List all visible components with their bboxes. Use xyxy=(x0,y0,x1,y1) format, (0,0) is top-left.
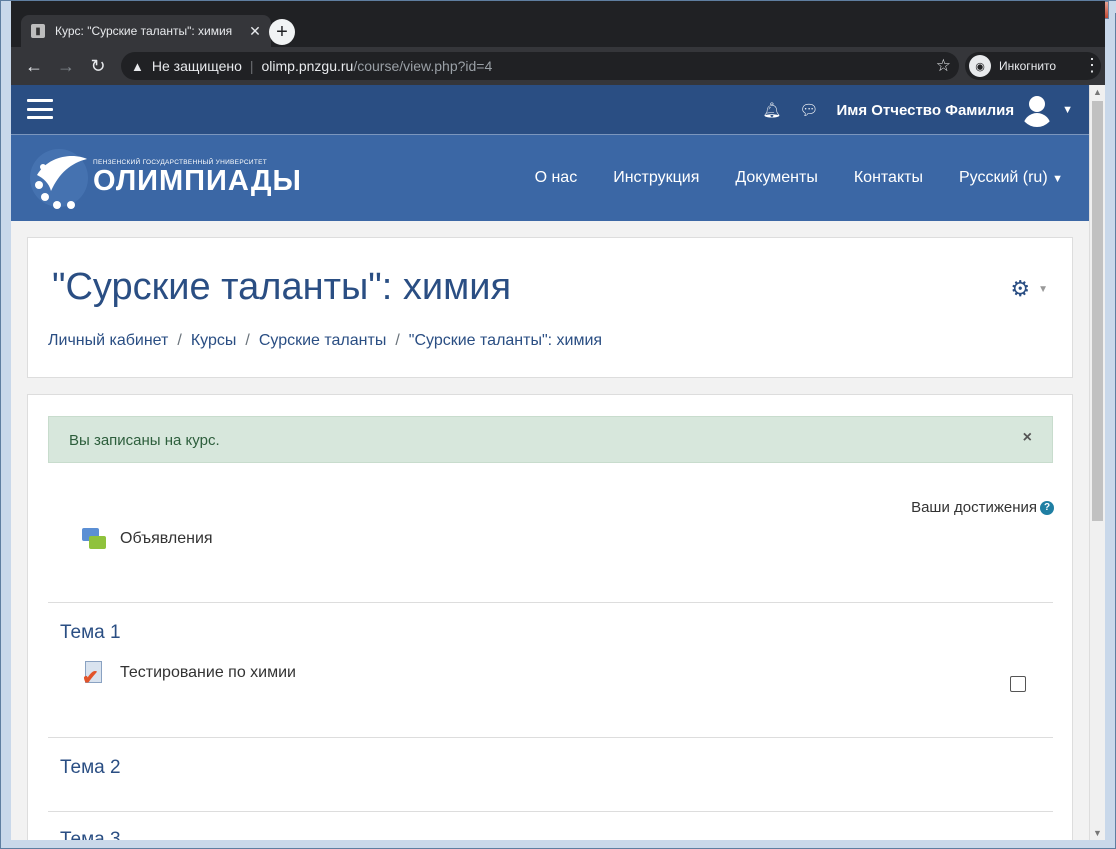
site-logo[interactable]: ПЕНЗЕНСКИЙ ГОСУДАРСТВЕННЫЙ УНИВЕРСИТЕТ О… xyxy=(29,145,301,211)
course-content: Вы записаны на курс. × Ваши достижения ?… xyxy=(27,394,1073,840)
chevron-down-icon[interactable]: ▼ xyxy=(1062,104,1073,116)
breadcrumb-separator: / xyxy=(177,332,182,349)
course-header: "Сурские таланты": химия ⚙ ▼ Личный кабин… xyxy=(27,237,1073,378)
menu-item-instructions[interactable]: Инструкция xyxy=(613,169,699,187)
scrollbar-thumb[interactable] xyxy=(1092,101,1103,521)
menu-icon[interactable] xyxy=(27,99,53,119)
section-divider xyxy=(48,737,1053,738)
avatar[interactable] xyxy=(1020,93,1055,127)
reload-icon[interactable]: ↻ xyxy=(87,55,109,77)
section-divider xyxy=(48,811,1053,812)
quiz-icon: ✔ xyxy=(82,661,106,689)
language-selector[interactable]: Русский (ru) ▼ xyxy=(959,169,1063,187)
security-label[interactable]: Не защищено xyxy=(152,58,242,74)
browser-toolbar: ← → ↻ ▲ Не защищено | olimp.pnzgu.ru/cou… xyxy=(11,47,1105,85)
section-title[interactable]: Тема 1 xyxy=(60,622,121,644)
breadcrumb-dashboard[interactable]: Личный кабинет xyxy=(48,332,168,350)
user-name[interactable]: Имя Отчество Фамилия xyxy=(836,102,1014,119)
completion-checkbox[interactable] xyxy=(1010,676,1026,692)
activity-announcements[interactable]: Объявления xyxy=(82,527,213,551)
bell-icon[interactable]: 🔔︎ xyxy=(762,101,781,119)
chat-icon[interactable]: 💬︎ xyxy=(799,101,818,119)
incognito-icon: ◉ xyxy=(969,55,991,77)
logo-emblem-icon xyxy=(30,149,88,209)
gear-icon: ⚙ xyxy=(1010,276,1031,301)
scroll-up-icon[interactable]: ▲ xyxy=(1093,87,1102,97)
close-tab-icon[interactable]: ✕ xyxy=(245,23,265,40)
activity-quiz[interactable]: ✔ Тестирование по химии xyxy=(82,661,296,689)
breadcrumb-current-course[interactable]: "Сурские таланты": химия xyxy=(409,332,602,350)
breadcrumb-separator: / xyxy=(245,332,250,349)
back-icon[interactable]: ← xyxy=(23,55,45,77)
new-tab-button[interactable]: + xyxy=(269,19,295,45)
help-icon[interactable]: ? xyxy=(1040,500,1054,515)
breadcrumb: Личный кабинет / Курсы / Сурские таланты… xyxy=(48,332,602,350)
menu-item-about[interactable]: О нас xyxy=(535,169,578,187)
breadcrumb-courses[interactable]: Курсы xyxy=(191,332,237,350)
section-title[interactable]: Тема 3 xyxy=(60,829,121,840)
menu-item-contacts[interactable]: Контакты xyxy=(854,169,923,187)
forward-icon[interactable]: → xyxy=(55,55,77,77)
incognito-badge[interactable]: ◉ Инкогнито xyxy=(965,52,1101,80)
site-navbar: 🔔︎ 💬︎ Имя Отчество Фамилия ▼ xyxy=(11,85,1089,135)
tab-strip: ▮ Курс: "Сурские таланты": химия ✕ + xyxy=(11,1,1105,47)
main-menu: О нас Инструкция Документы Контакты Русс… xyxy=(499,135,1063,221)
chevron-down-icon: ▼ xyxy=(1038,283,1048,295)
user-nav: 🔔︎ 💬︎ Имя Отчество Фамилия ▼ xyxy=(762,93,1073,127)
address-separator: | xyxy=(249,58,254,74)
url-host[interactable]: olimp.pnzgu.ru xyxy=(262,58,354,74)
breadcrumb-separator: / xyxy=(395,332,400,349)
menu-item-documents[interactable]: Документы xyxy=(735,169,817,187)
section-divider xyxy=(48,602,1053,603)
breadcrumb-category[interactable]: Сурские таланты xyxy=(259,332,387,350)
activity-title[interactable]: Объявления xyxy=(120,530,213,548)
star-icon[interactable]: ☆ xyxy=(936,56,951,76)
address-bar[interactable]: ▲ Не защищено | olimp.pnzgu.ru/course/vi… xyxy=(121,52,959,80)
activity-title[interactable]: Тестирование по химии xyxy=(120,664,296,682)
url-path[interactable]: /course/view.php?id=4 xyxy=(353,58,492,74)
achievements-label: Ваши достижения xyxy=(911,499,1037,516)
page-scrollbar[interactable]: ▲ ▼ xyxy=(1089,85,1105,840)
warning-icon[interactable]: ▲ xyxy=(131,59,144,74)
forum-icon xyxy=(82,527,106,551)
tab-title: Курс: "Сурские таланты": химия xyxy=(55,24,233,38)
logo-title: ОЛИМПИАДЫ xyxy=(93,165,302,197)
page-title: "Сурские таланты": химия xyxy=(52,266,512,308)
section-title[interactable]: Тема 2 xyxy=(60,757,121,779)
language-label: Русский (ru) xyxy=(958,169,1048,186)
course-settings-menu[interactable]: ⚙ ▼ xyxy=(1010,276,1048,302)
chevron-down-icon: ▼ xyxy=(1052,173,1063,185)
scroll-down-icon[interactable]: ▼ xyxy=(1093,828,1102,838)
page-viewport: 🔔︎ 💬︎ Имя Отчество Фамилия ▼ ПЕНЗЕНСКИЙ … xyxy=(11,85,1089,840)
browser-tab[interactable]: ▮ Курс: "Сурские таланты": химия ✕ xyxy=(21,15,271,47)
enrolled-alert: Вы записаны на курс. × xyxy=(48,416,1053,463)
achievements-help: Ваши достижения ? xyxy=(911,499,1054,516)
browser-window: ▁ ▢ ✕ ▮ Курс: "Сурские таланты": химия ✕… xyxy=(0,0,1116,849)
close-icon[interactable]: × xyxy=(1023,429,1032,447)
alert-message: Вы записаны на курс. xyxy=(69,432,220,449)
favicon-icon: ▮ xyxy=(31,24,45,38)
site-banner: ПЕНЗЕНСКИЙ ГОСУДАРСТВЕННЫЙ УНИВЕРСИТЕТ О… xyxy=(11,135,1089,221)
incognito-label: Инкогнито xyxy=(999,59,1057,73)
kebab-menu-icon[interactable]: ⋮ xyxy=(1083,55,1101,76)
